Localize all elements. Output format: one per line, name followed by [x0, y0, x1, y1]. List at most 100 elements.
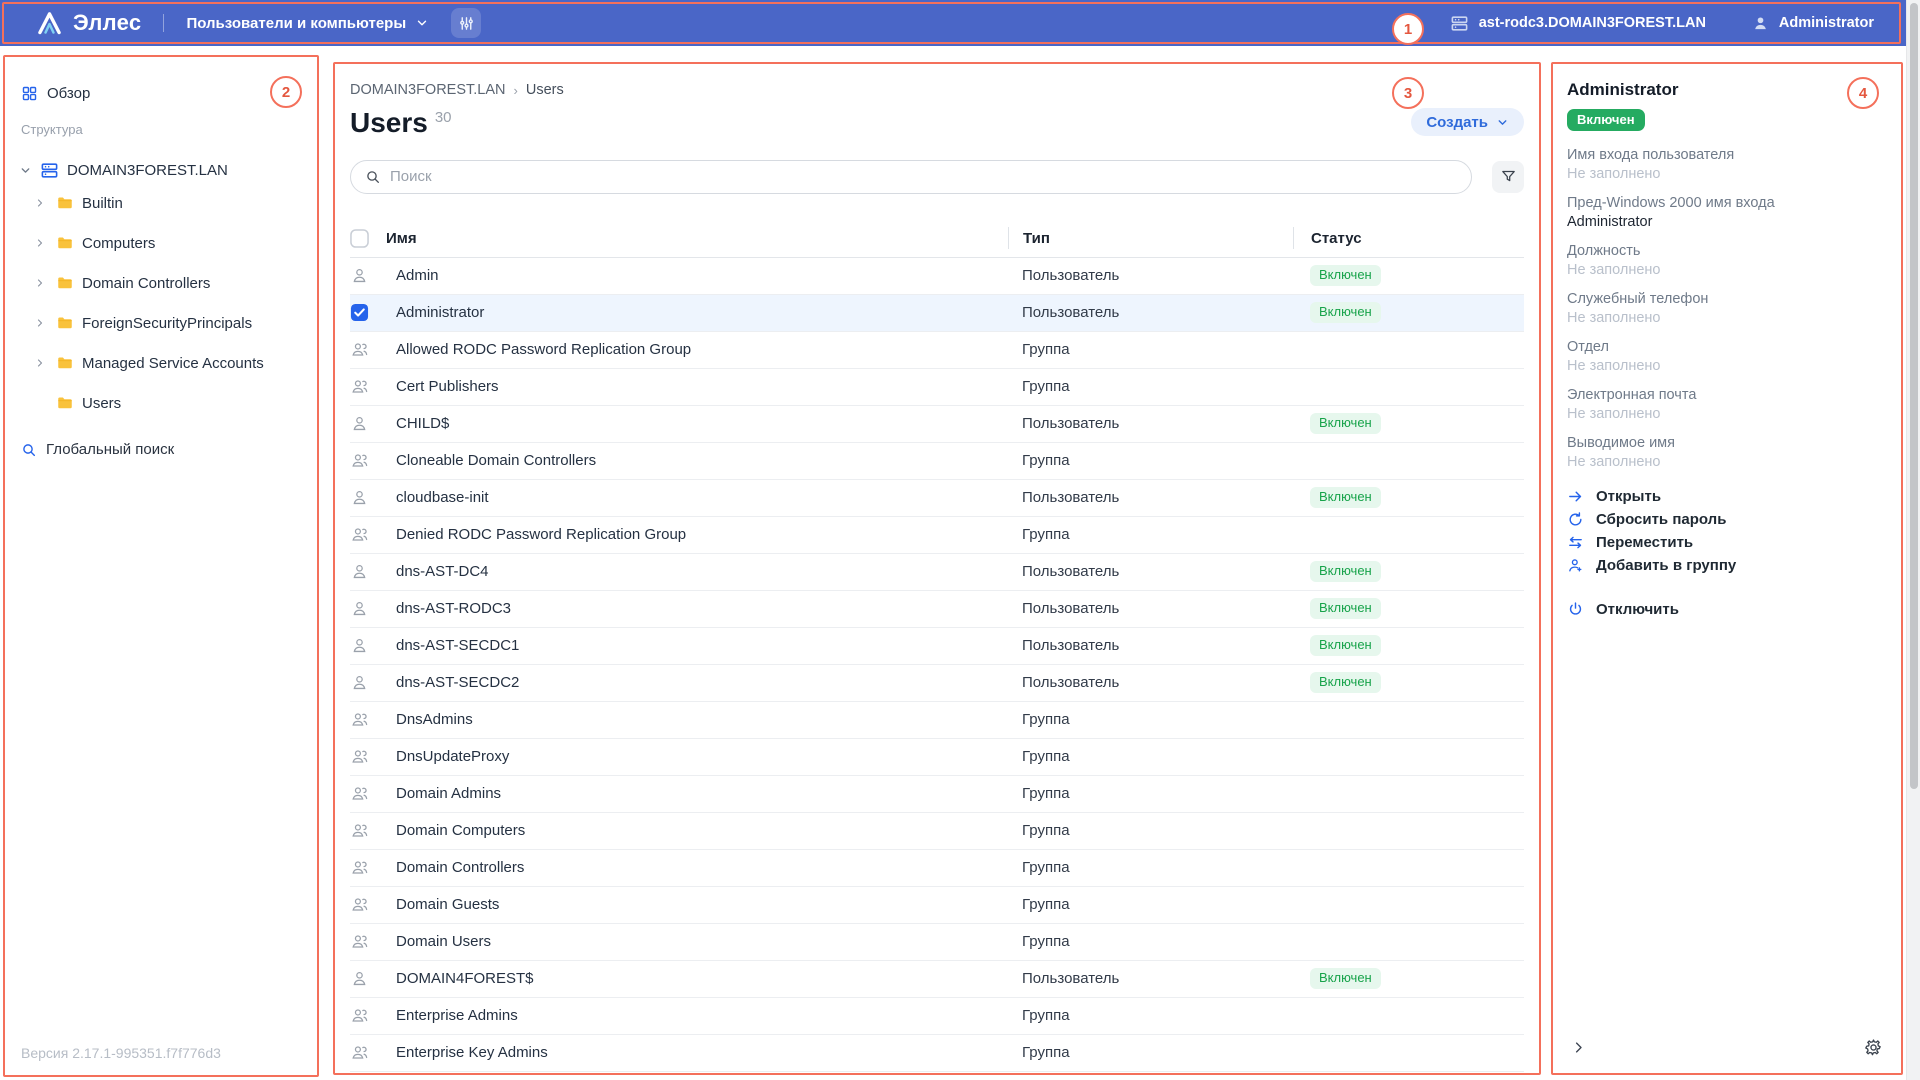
- tree-item-folder[interactable]: Domain Controllers: [19, 263, 303, 303]
- search-box[interactable]: [350, 160, 1472, 194]
- table-row[interactable]: Domain Controllers Группа: [350, 850, 1524, 887]
- row-name: Admin: [386, 267, 1008, 284]
- row-name: Domain Admins: [386, 785, 1008, 802]
- move-icon: [1567, 534, 1584, 551]
- group-icon: [350, 1006, 369, 1025]
- action-item[interactable]: Сбросить пароль: [1567, 508, 1887, 531]
- breadcrumb-current: Users: [526, 82, 564, 98]
- details-field: Должность Не заполнено: [1567, 242, 1887, 280]
- table-row[interactable]: DnsUpdateProxy Группа: [350, 739, 1524, 776]
- chevron-down-icon: [415, 16, 429, 30]
- table-row[interactable]: CHILD$ Пользователь Включен: [350, 406, 1524, 443]
- table-row[interactable]: Cert Publishers Группа: [350, 369, 1524, 406]
- chevron-right-icon[interactable]: [32, 397, 48, 409]
- structure-section-label: Структура: [21, 122, 303, 137]
- chevron-right-icon[interactable]: [32, 237, 48, 249]
- details-title: Administrator: [1567, 80, 1887, 100]
- field-value: Не заполнено: [1567, 405, 1887, 424]
- details-field: Электронная почта Не заполнено: [1567, 386, 1887, 424]
- scrollbar-thumb[interactable]: [1910, 3, 1918, 789]
- column-header-name[interactable]: Имя: [386, 230, 1008, 247]
- user-icon: [350, 673, 369, 692]
- table-row[interactable]: DnsAdmins Группа: [350, 702, 1524, 739]
- table-row[interactable]: Admin Пользователь Включен: [350, 258, 1524, 295]
- tree-item-folder[interactable]: Builtin: [19, 183, 303, 223]
- group-icon: [350, 821, 369, 840]
- sidebar-item-overview[interactable]: Обзор: [19, 85, 303, 102]
- topbar-divider: [163, 14, 164, 32]
- table-row[interactable]: Cloneable Domain Controllers Группа: [350, 443, 1524, 480]
- column-header-status[interactable]: Статус: [1293, 227, 1524, 249]
- table-row[interactable]: Allowed RODC Password Replication Group …: [350, 332, 1524, 369]
- chevron-right-icon: [1571, 1040, 1586, 1055]
- chevron-right-icon[interactable]: [32, 197, 48, 209]
- tree-root-domain[interactable]: DOMAIN3FOREST.LAN: [19, 157, 303, 183]
- tree-item-label: Users: [82, 395, 121, 412]
- chevron-right-icon[interactable]: [32, 357, 48, 369]
- field-label: Выводимое имя: [1567, 434, 1887, 453]
- current-user-label: Administrator: [1779, 15, 1874, 31]
- filter-button[interactable]: [1492, 161, 1524, 193]
- table-row[interactable]: cloudbase-init Пользователь Включен: [350, 480, 1524, 517]
- status-badge: Включен: [1567, 109, 1645, 131]
- table-row[interactable]: DOMAIN4FOREST$ Пользователь Включен: [350, 961, 1524, 998]
- table-row[interactable]: Denied RODC Password Replication Group Г…: [350, 517, 1524, 554]
- row-type: Группа: [1008, 452, 1293, 469]
- sidebar-item-global-search[interactable]: Глобальный поиск: [19, 441, 303, 458]
- create-button[interactable]: Создать: [1411, 108, 1524, 136]
- table-row[interactable]: dns-AST-DC4 Пользователь Включен: [350, 554, 1524, 591]
- action-item[interactable]: Переместить: [1567, 531, 1887, 554]
- current-user[interactable]: Administrator: [1752, 15, 1874, 32]
- table-row[interactable]: Domain Guests Группа: [350, 887, 1524, 924]
- table-row[interactable]: Domain Users Группа: [350, 924, 1524, 961]
- action-item[interactable]: Добавить в группу: [1567, 554, 1887, 577]
- sliders-icon: [458, 15, 475, 32]
- current-server[interactable]: ast-rodc3.DOMAIN3FOREST.LAN: [1450, 14, 1706, 33]
- panel-settings-button[interactable]: [1860, 1034, 1887, 1061]
- collapse-panel-button[interactable]: [1567, 1036, 1590, 1059]
- folder-icon: [56, 354, 74, 372]
- table-row[interactable]: dns-AST-SECDC1 Пользователь Включен: [350, 628, 1524, 665]
- table-row[interactable]: dns-AST-SECDC2 Пользователь Включен: [350, 665, 1524, 702]
- action-item[interactable]: Отключить: [1567, 598, 1887, 621]
- table-row[interactable]: Enterprise Key Admins Группа: [350, 1035, 1524, 1072]
- row-checkbox-checked[interactable]: [350, 303, 369, 322]
- objects-table: Имя Тип Статус Admin Пользователь: [350, 220, 1524, 1072]
- chevron-right-icon[interactable]: [32, 317, 48, 329]
- breadcrumb: DOMAIN3FOREST.LAN › Users: [350, 82, 1524, 98]
- table-row[interactable]: Enterprise Admins Группа: [350, 998, 1524, 1035]
- table-row[interactable]: dns-AST-RODC3 Пользователь Включен: [350, 591, 1524, 628]
- folder-icon: [56, 274, 74, 292]
- field-value: Не заполнено: [1567, 309, 1887, 328]
- search-input[interactable]: [390, 168, 1457, 185]
- row-type: Группа: [1008, 1044, 1293, 1061]
- details-fields: Имя входа пользователя Не заполнено Пред…: [1567, 146, 1887, 472]
- tree-item-folder[interactable]: Users: [19, 383, 303, 423]
- page-scrollbar[interactable]: [1906, 0, 1920, 1080]
- table-row[interactable]: Domain Computers Группа: [350, 813, 1524, 850]
- field-label: Отдел: [1567, 338, 1887, 357]
- field-value: Administrator: [1567, 213, 1887, 232]
- field-label: Служебный телефон: [1567, 290, 1887, 309]
- table-row[interactable]: Administrator Пользователь Включен: [350, 295, 1524, 332]
- breadcrumb-domain[interactable]: DOMAIN3FOREST.LAN: [350, 82, 506, 98]
- row-name: cloudbase-init: [386, 489, 1008, 506]
- tree-item-label: ForeignSecurityPrincipals: [82, 315, 252, 332]
- quick-settings-button[interactable]: [451, 8, 481, 38]
- action-item[interactable]: Открыть: [1567, 485, 1887, 508]
- select-all-checkbox[interactable]: [350, 229, 386, 248]
- tree-item-folder[interactable]: Managed Service Accounts: [19, 343, 303, 383]
- column-header-type[interactable]: Тип: [1008, 227, 1293, 249]
- row-name: Administrator: [386, 304, 1008, 321]
- chevron-right-icon[interactable]: [32, 277, 48, 289]
- table-row[interactable]: Domain Admins Группа: [350, 776, 1524, 813]
- field-label: Пред-Windows 2000 имя входа: [1567, 194, 1887, 213]
- domain-server-icon: [40, 161, 59, 180]
- tree-item-folder[interactable]: ForeignSecurityPrincipals: [19, 303, 303, 343]
- module-switcher[interactable]: Пользователи и компьютеры: [186, 15, 429, 32]
- chevron-down-icon[interactable]: [19, 164, 32, 177]
- tree-item-folder[interactable]: Computers: [19, 223, 303, 263]
- row-name: dns-AST-RODC3: [386, 600, 1008, 617]
- action-label: Отключить: [1596, 601, 1679, 618]
- row-type: Пользователь: [1008, 674, 1293, 691]
